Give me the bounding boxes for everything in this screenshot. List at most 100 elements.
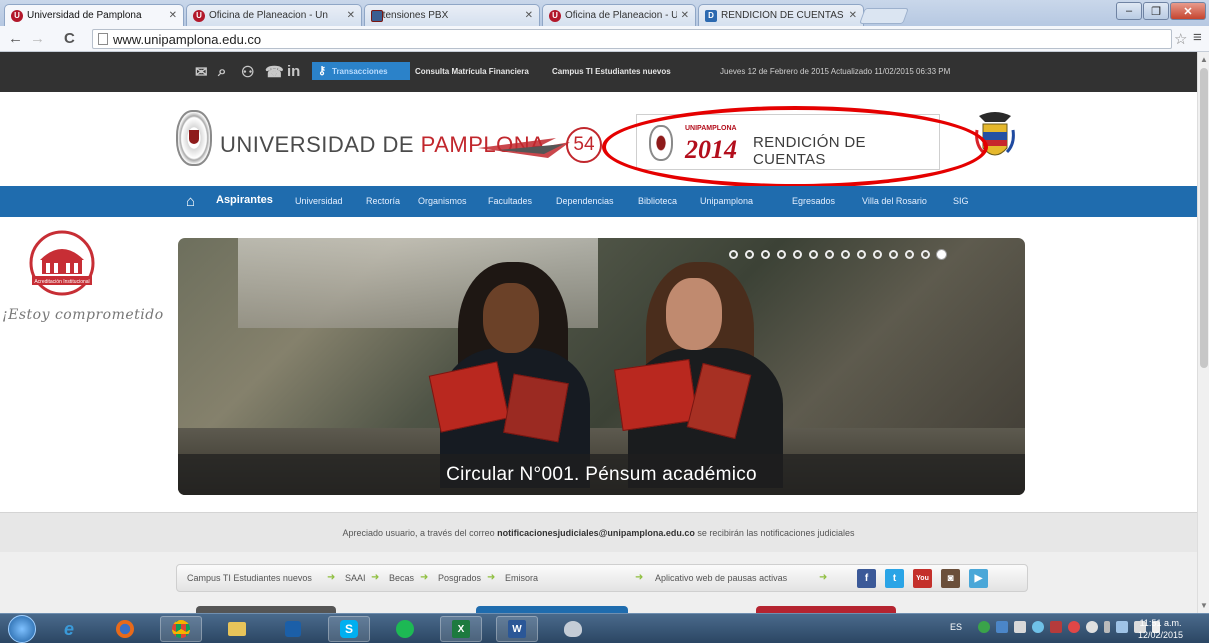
slider-dot[interactable] [825, 250, 834, 259]
link-transacciones[interactable]: Transacciones [332, 67, 388, 76]
nav-biblioteca[interactable]: Biblioteca [638, 196, 677, 206]
file-explorer-icon[interactable] [216, 616, 258, 642]
slider-dot[interactable] [873, 250, 882, 259]
paint-icon[interactable] [552, 616, 594, 642]
slider-dot[interactable] [793, 250, 802, 259]
nav-rectoria[interactable]: Rectoría [366, 196, 400, 206]
university-seal-logo[interactable] [176, 110, 212, 166]
tray-app-icon[interactable] [1068, 621, 1080, 633]
linkedin-icon[interactable]: in [287, 63, 300, 80]
slider-dot[interactable] [777, 250, 786, 259]
tab-rendicion-de-cuentas[interactable]: D RENDICIÓN DE CUENTAS ✕ [698, 4, 864, 26]
slider-dot[interactable] [905, 250, 914, 259]
tray-network-icon[interactable] [996, 621, 1008, 633]
scroll-up-icon[interactable]: ▲ [1200, 55, 1208, 64]
firefox-icon[interactable] [104, 616, 146, 642]
slider-dot[interactable] [937, 250, 946, 259]
url-text[interactable]: www.unipamplona.edu.co [113, 32, 261, 47]
facebook-icon[interactable]: f [857, 569, 876, 588]
close-window-button[interactable]: ✕ [1170, 2, 1206, 20]
tray-app-icon[interactable] [1104, 621, 1110, 633]
address-bar[interactable]: www.unipamplona.edu.co [92, 29, 1172, 49]
slider-dot[interactable] [857, 250, 866, 259]
tab-extensiones-pbx[interactable]: Extensiones PBX ✕ [364, 4, 540, 26]
nav-dependencias[interactable]: Dependencias [556, 196, 614, 206]
taskbar-clock[interactable]: 11:51 a.m. 12/02/2015 [1138, 617, 1183, 641]
phone-icon[interactable]: ☎ [265, 63, 284, 81]
chrome-icon[interactable] [160, 616, 202, 642]
twitter-icon[interactable]: t [885, 569, 904, 588]
scroll-down-icon[interactable]: ▼ [1200, 601, 1208, 610]
slider-dot[interactable] [889, 250, 898, 259]
close-tab-icon[interactable]: ✕ [849, 10, 857, 21]
tray-app-icon[interactable] [1086, 621, 1098, 633]
internet-explorer-icon[interactable]: e [48, 616, 90, 642]
spotify-icon[interactable] [384, 616, 426, 642]
nav-villa-del-rosario[interactable]: Villa del Rosario [862, 196, 927, 206]
close-tab-icon[interactable]: ✕ [169, 10, 177, 21]
quicklink-saai[interactable]: SAAI [345, 573, 366, 583]
tray-app-icon[interactable] [1032, 621, 1044, 633]
maximize-window-button[interactable]: ❐ [1143, 2, 1169, 20]
bookmark-star-icon[interactable]: ☆ [1174, 30, 1187, 48]
slider-dot[interactable] [921, 250, 930, 259]
section-tab-2[interactable] [476, 606, 628, 613]
media-player-icon[interactable] [272, 616, 314, 642]
section-tab-1[interactable] [196, 606, 336, 613]
section-tab-3[interactable] [756, 606, 896, 613]
play-icon[interactable]: ▶ [969, 569, 988, 588]
language-indicator[interactable]: ES [950, 622, 962, 632]
forward-arrow-icon[interactable]: → [30, 30, 45, 47]
word-icon[interactable]: W [496, 616, 538, 642]
nav-egresados[interactable]: Egresados [792, 196, 835, 206]
nav-universidad[interactable]: Universidad [295, 196, 343, 206]
slider-dot[interactable] [841, 250, 850, 259]
browser-menu-icon[interactable]: ≡ [1193, 29, 1202, 46]
tab-oficina-planeacion-1[interactable]: U Oficina de Planeacion - Un ✕ [186, 4, 362, 26]
start-button[interactable] [8, 615, 36, 643]
skype-icon[interactable]: S [328, 616, 370, 642]
image-slider[interactable]: Circular N°001. Pénsum académico [178, 238, 1025, 495]
quicklink-pausas-activas[interactable]: Aplicativo web de pausas activas [655, 573, 787, 583]
excel-icon[interactable]: X [440, 616, 482, 642]
quicklink-campus-ti[interactable]: Campus TI Estudiantes nuevos [187, 573, 312, 583]
reload-icon[interactable]: C [64, 30, 75, 47]
tab-oficina-planeacion-2[interactable]: U Oficina de Planeacion - Un ✕ [542, 4, 696, 26]
back-arrow-icon[interactable]: ← [8, 30, 23, 47]
page-scrollbar[interactable]: ▲ ▼ [1197, 52, 1209, 613]
nav-sig[interactable]: SIG [953, 196, 969, 206]
nav-unipamplona[interactable]: Unipamplona [700, 196, 753, 206]
nav-facultades[interactable]: Facultades [488, 196, 532, 206]
quicklink-becas[interactable]: Becas [389, 573, 414, 583]
close-tab-icon[interactable]: ✕ [347, 10, 355, 21]
acreditacion-institucional-logo[interactable]: Acreditación Institucional [26, 230, 98, 296]
search-icon[interactable]: ⌕ [218, 63, 226, 80]
directory-icon[interactable]: ⚇ [241, 63, 254, 81]
new-tab-button[interactable] [859, 8, 909, 24]
close-tab-icon[interactable]: ✕ [681, 10, 689, 21]
tab-universidad-de-pamplona[interactable]: U Universidad de Pamplona ✕ [4, 4, 184, 26]
notice-email-link[interactable]: notificacionesjudiciales@unipamplona.edu… [497, 528, 695, 538]
scrollbar-thumb[interactable] [1200, 68, 1208, 368]
nav-organismos[interactable]: Organismos [418, 196, 467, 206]
slide-caption[interactable]: Circular N°001. Pénsum académico [178, 454, 1025, 495]
quicklink-posgrados[interactable]: Posgrados [438, 573, 481, 583]
mail-icon[interactable]: ✉ [195, 63, 208, 81]
link-consulta-matricula[interactable]: Consulta Matrícula Financiera [415, 67, 529, 76]
close-tab-icon[interactable]: ✕ [525, 10, 533, 21]
tray-app-icon[interactable] [978, 621, 990, 633]
home-icon[interactable]: ⌂ [186, 193, 195, 210]
instagram-icon[interactable]: ◙ [941, 569, 960, 588]
tray-app-icon[interactable] [1014, 621, 1026, 633]
link-campus-ti[interactable]: Campus TI Estudiantes nuevos [552, 67, 671, 76]
slider-dot[interactable] [761, 250, 770, 259]
minimize-window-button[interactable]: – [1116, 2, 1142, 20]
tray-app-icon[interactable] [1050, 621, 1062, 633]
youtube-icon[interactable]: You [913, 569, 932, 588]
slider-dot[interactable] [809, 250, 818, 259]
nav-aspirantes[interactable]: Aspirantes [216, 194, 273, 206]
signal-icon[interactable] [1116, 621, 1128, 633]
slider-dot[interactable] [729, 250, 738, 259]
slider-dot[interactable] [745, 250, 754, 259]
quicklink-emisora[interactable]: Emisora [505, 573, 538, 583]
